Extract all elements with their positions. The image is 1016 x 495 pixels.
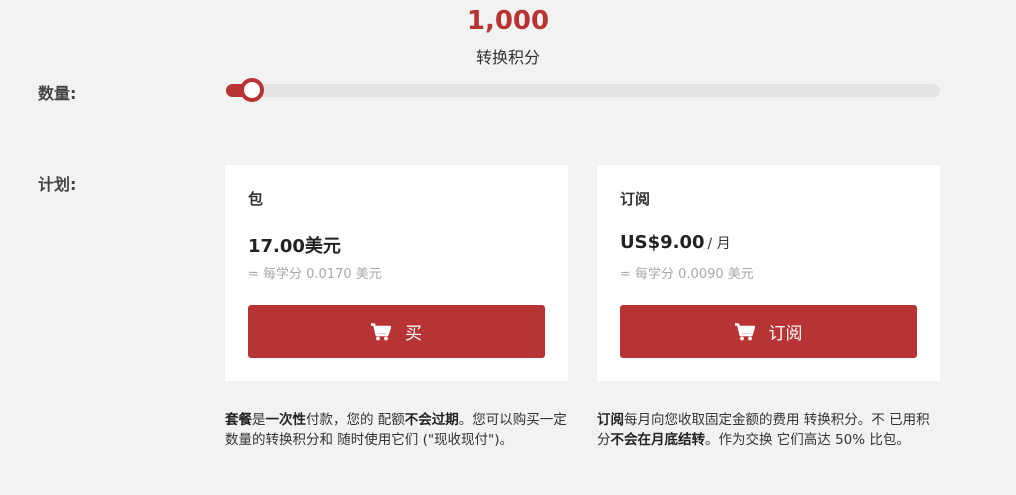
plans-label: 计划:	[38, 175, 77, 194]
credits-amount: 1,000	[466, 6, 550, 36]
package-description: 套餐是一次性付款，您的 配额不会过期。您可以购买一定数量的转换积分和 随时使用它…	[225, 410, 570, 450]
plan-title: 订阅	[620, 190, 651, 208]
buy-button-label: 买	[405, 324, 422, 344]
subscription-description: 订阅每月向您收取固定金额的费用 转换积分。不 已用积分不会在月底结转。作为交换 …	[597, 410, 942, 450]
plan-card-package: 包 17.00美元 = 每学分 0.0170 美元 买	[225, 165, 568, 381]
cart-icon	[371, 322, 391, 341]
cart-icon	[734, 322, 755, 341]
desc-bold: 订阅	[597, 412, 624, 428]
desc-bold: 不会在月底结转	[610, 432, 706, 448]
desc-bold: 套餐	[225, 412, 252, 428]
plan-price: 17.00美元	[248, 232, 341, 258]
desc-text: 付款，您的 配额	[306, 412, 405, 428]
plan-per-credit-price: = 每学分 0.0090 美元	[620, 267, 754, 282]
plan-price-period: / 月	[707, 236, 731, 252]
desc-text: 是	[252, 412, 266, 428]
quantity-slider-track[interactable]	[226, 84, 940, 97]
plan-price-value: US$9.00	[620, 232, 705, 253]
credits-unit-label: 转换积分	[475, 48, 540, 67]
plan-price: US$9.00/ 月	[620, 232, 731, 253]
quantity-slider-handle[interactable]	[240, 78, 264, 102]
plan-per-credit-price: = 每学分 0.0170 美元	[248, 267, 382, 282]
subscribe-button-label: 订阅	[768, 324, 803, 344]
plan-card-subscription: 订阅 US$9.00/ 月 = 每学分 0.0090 美元 订阅	[597, 165, 940, 381]
subscribe-button[interactable]: 订阅	[620, 305, 917, 358]
desc-bold: 一次性	[265, 412, 307, 428]
plan-price-value: 17.00美元	[248, 236, 341, 257]
plan-title: 包	[248, 190, 264, 208]
desc-bold: 不会过期	[404, 412, 459, 428]
desc-text: 。作为交换 它们高达 50% 比包。	[705, 432, 910, 448]
buy-button[interactable]: 买	[248, 305, 545, 358]
quantity-label: 数量:	[38, 84, 77, 103]
